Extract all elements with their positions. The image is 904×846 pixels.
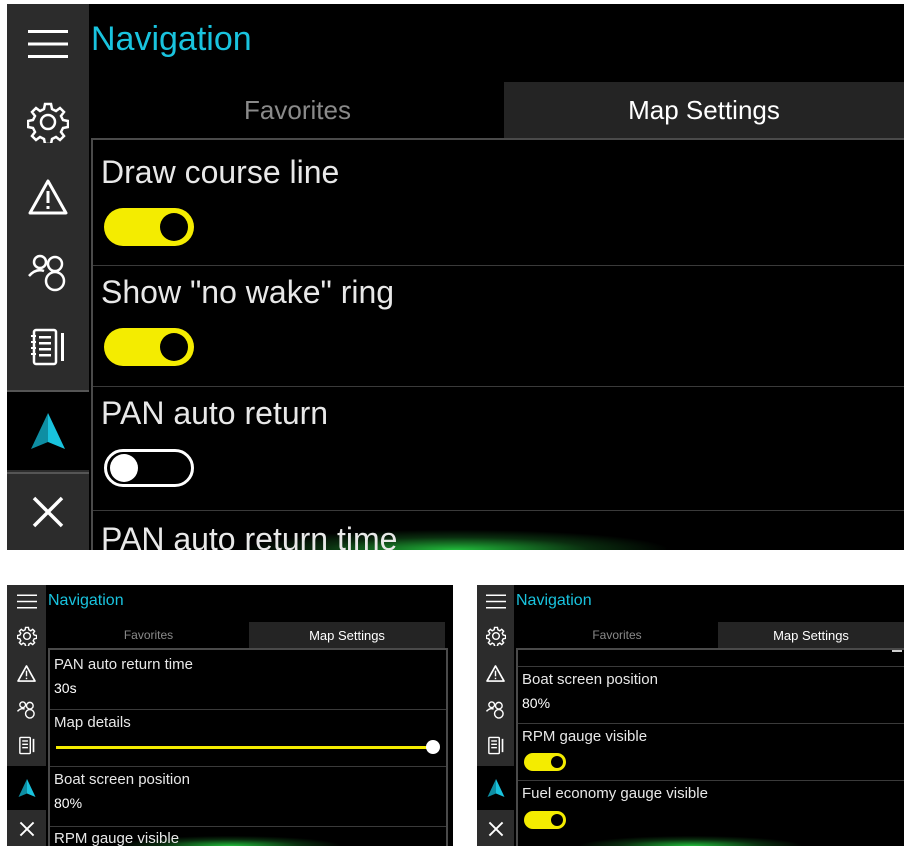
settings-button[interactable]: [477, 617, 514, 655]
alerts-button[interactable]: [7, 655, 46, 691]
alerts-button[interactable]: [7, 159, 89, 234]
list-item[interactable]: Fuel economy gauge visible: [518, 781, 904, 846]
setting-label: RPM gauge visible: [54, 830, 180, 846]
menu-icon: [16, 594, 37, 609]
setting-value: 80%: [54, 795, 83, 811]
tab-favorites[interactable]: Favorites: [516, 622, 718, 648]
setting-label: Boat screen position: [54, 771, 190, 788]
list-item[interactable]: PAN auto return time 30s: [50, 650, 446, 710]
list-item[interactable]: Boat screen position 80%: [518, 667, 904, 724]
page-title: Navigation: [91, 20, 252, 58]
setting-label: RPM gauge visible: [522, 728, 648, 745]
navigation-button[interactable]: [477, 766, 514, 810]
screen-small-left: Navigation Favorites Map Settings PAN au…: [7, 585, 453, 846]
list-item[interactable]: Show "no wake" ring: [93, 266, 904, 387]
settings-button[interactable]: [7, 617, 46, 655]
people-icon: [26, 252, 70, 292]
settings-list: PAN auto return time 30s Map details Boa…: [48, 648, 448, 846]
slider-thumb[interactable]: [426, 740, 440, 754]
tab-favorites[interactable]: Favorites: [48, 622, 249, 648]
page-title: Navigation: [48, 592, 124, 609]
screen-large: Navigation Favorites Map Settings Draw c…: [7, 4, 904, 550]
people-button[interactable]: [7, 234, 89, 309]
toggle-knob: [160, 333, 188, 361]
list-item[interactable]: [518, 650, 904, 667]
toggle-knob: [160, 213, 188, 241]
settings-list: Draw course line Show "no wake" ring PAN…: [91, 138, 904, 550]
toggle-knob: [110, 454, 138, 482]
people-icon: [16, 700, 37, 719]
list-item[interactable]: RPM gauge visible: [518, 724, 904, 781]
people-button[interactable]: [477, 691, 514, 727]
settings-gear-icon: [27, 101, 69, 143]
settings-gear-icon: [485, 626, 506, 646]
sidebar: [7, 585, 46, 846]
setting-value: 30s: [54, 680, 77, 696]
list-item[interactable]: PAN auto return time: [93, 511, 904, 550]
navigation-button[interactable]: [7, 766, 46, 810]
tab-map-settings[interactable]: Map Settings: [249, 622, 445, 648]
tab-map-settings[interactable]: Map Settings: [504, 82, 904, 138]
people-icon: [485, 700, 506, 719]
page-title: Navigation: [516, 592, 592, 609]
setting-label: PAN auto return time: [54, 656, 193, 673]
settings-button[interactable]: [7, 84, 89, 159]
logbook-button[interactable]: [7, 727, 46, 763]
setting-label: Boat screen position: [522, 671, 658, 688]
toggle-switch[interactable]: [104, 328, 194, 366]
list-item[interactable]: PAN auto return: [93, 387, 904, 511]
toggle-knob: [551, 814, 563, 826]
close-button[interactable]: [7, 474, 89, 550]
logbook-icon: [28, 327, 68, 367]
logbook-button[interactable]: [477, 727, 514, 763]
warning-icon: [28, 179, 68, 215]
tab-favorites[interactable]: Favorites: [91, 82, 504, 138]
navigation-button[interactable]: [7, 392, 89, 470]
setting-value: 80%: [522, 695, 551, 711]
alerts-button[interactable]: [477, 655, 514, 691]
settings-list: Boat screen position 80% RPM gauge visib…: [516, 648, 904, 846]
menu-button[interactable]: [7, 4, 89, 84]
sidebar: [477, 585, 514, 846]
toggle-switch[interactable]: [524, 811, 566, 829]
toggle-switch[interactable]: [524, 753, 566, 771]
close-button[interactable]: [7, 812, 46, 846]
settings-gear-icon: [16, 626, 37, 646]
setting-label: Draw course line: [101, 154, 340, 190]
list-item[interactable]: Draw course line: [93, 140, 904, 266]
setting-label: PAN auto return: [101, 395, 329, 431]
navigation-arrow-icon: [28, 411, 68, 451]
menu-button[interactable]: [7, 585, 46, 617]
menu-button[interactable]: [477, 585, 514, 617]
slider-track[interactable]: [56, 746, 432, 749]
warning-icon: [17, 664, 36, 682]
navigation-arrow-icon: [486, 778, 506, 798]
tab-map-settings[interactable]: Map Settings: [718, 622, 904, 648]
toggle-switch[interactable]: [104, 449, 194, 487]
warning-icon: [486, 664, 505, 682]
setting-label: PAN auto return time: [101, 521, 398, 550]
logbook-icon: [486, 736, 505, 755]
menu-icon: [485, 594, 506, 609]
logbook-icon: [17, 736, 36, 755]
people-button[interactable]: [7, 691, 46, 727]
screen-small-right: Navigation Favorites Map Settings Boat s…: [477, 585, 904, 846]
menu-icon: [28, 29, 68, 59]
setting-label: Show "no wake" ring: [101, 274, 395, 310]
close-icon: [488, 821, 504, 837]
toggle-knob: [551, 756, 563, 768]
close-button[interactable]: [477, 812, 514, 846]
logbook-button[interactable]: [7, 309, 89, 384]
list-item[interactable]: RPM gauge visible: [50, 827, 446, 846]
close-icon: [19, 821, 35, 837]
setting-label: Map details: [54, 714, 131, 731]
list-item[interactable]: Map details: [50, 710, 446, 767]
list-item[interactable]: Boat screen position 80%: [50, 767, 446, 827]
toggle-switch[interactable]: [104, 208, 194, 246]
close-icon: [31, 495, 65, 529]
setting-label: Fuel economy gauge visible: [522, 785, 708, 802]
sidebar: [7, 4, 89, 550]
navigation-arrow-icon: [17, 778, 37, 798]
